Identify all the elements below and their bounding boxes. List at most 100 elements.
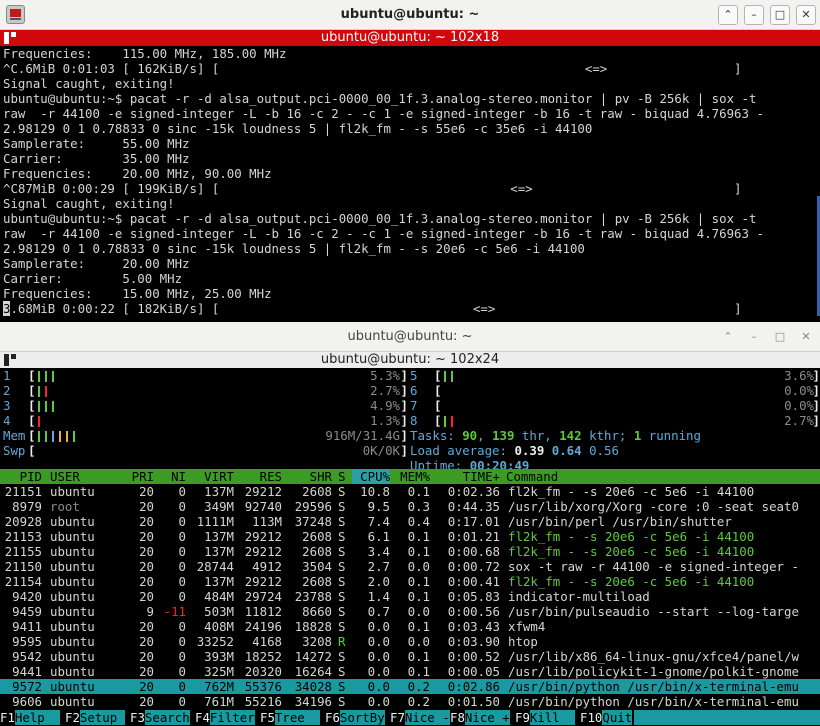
fkey-f1[interactable]: F1Help — [0, 710, 60, 725]
col-user[interactable]: USER — [50, 469, 80, 484]
process-res: 29212 — [244, 529, 282, 544]
process-ni: 0 — [178, 499, 186, 514]
fkey-f2[interactable]: F2Setup — [65, 710, 125, 725]
process-row[interactable]: 21150 ubuntu 20 0 28744 4912 3504 S 2.7 0.0 0:00.7… — [0, 559, 820, 574]
col-state[interactable]: S — [338, 469, 348, 484]
process-row[interactable]: 20928 ubuntu 20 0 1111M 113M 37248 S 7.4 0.4 0:17.… — [0, 514, 820, 529]
split-icon[interactable] — [4, 32, 16, 44]
process-row[interactable]: 9441 ubuntu 20 0 325M 20320 16264 S 0.0 0.1 0:00.0… — [0, 664, 820, 679]
split-icon[interactable] — [4, 354, 16, 366]
col-shr[interactable]: SHR — [286, 469, 332, 484]
fkey-f6[interactable]: F6SortBy — [325, 710, 385, 725]
terminal-window-htop[interactable]: ubuntu@ubuntu: ~ ⌃ – □ ✕ ubuntu@ubuntu: … — [0, 322, 820, 726]
col-res[interactable]: RES — [238, 469, 282, 484]
close-button[interactable]: ✕ — [796, 327, 816, 347]
load-5min: 0.64 — [551, 443, 582, 458]
cpu-meter-label: 2 — [3, 383, 11, 398]
meter-bracket-open: [ — [28, 398, 36, 413]
col-mem[interactable]: MEM% — [394, 469, 430, 484]
process-list[interactable]: 21151 ubuntu 20 0 137M 29212 2608 S 10.8 0.1 0:02.… — [0, 484, 820, 709]
tasks-part: thr, — [514, 428, 560, 443]
col-virt[interactable]: VIRT — [192, 469, 234, 484]
process-row[interactable]: 9542 ubuntu 20 0 393M 18252 14272 S 0.0 0.1 0:00.5… — [0, 649, 820, 664]
col-pri[interactable]: PRI — [124, 469, 154, 484]
process-row[interactable]: 21151 ubuntu 20 0 137M 29212 2608 S 10.8 0.1 0:02.… — [0, 484, 820, 499]
process-cmd: sox -t raw -r 44100 -e signed-integer - — [508, 559, 799, 574]
process-row[interactable]: 21154 ubuntu 20 0 137M 29212 2608 S 2.0 0.1 0:00.4… — [0, 574, 820, 589]
process-row[interactable]: 9572 ubuntu 20 0 762M 55376 34028 S 0.0 0.2 0:02.8… — [0, 679, 820, 694]
process-cmd: fl2k_fm - -s 20e6 -c 5e6 -i 44100 — [508, 574, 755, 589]
meter-bracket-close: ] — [812, 383, 820, 398]
fkey-f3[interactable]: F3Search — [130, 710, 190, 725]
terminal-tab-bar[interactable]: ubuntu@ubuntu: ~ 102x24 — [0, 352, 820, 368]
terminal-line: raw -r 44100 -e signed-integer -L -b 16 … — [3, 106, 764, 121]
fkey-f10[interactable]: F10Quit — [580, 710, 633, 725]
process-s: S — [338, 499, 346, 514]
col-cpu-sorted[interactable]: CPU% — [352, 469, 390, 484]
fkey-label: Kill — [529, 710, 575, 725]
process-time: 0:17.01 — [447, 514, 500, 529]
terminal-tab-bar[interactable]: ubuntu@ubuntu: ~ 102x18 — [0, 30, 820, 46]
process-row[interactable]: 9411 ubuntu 20 0 408M 24196 18828 S 0.0 0.1 0:03.4… — [0, 619, 820, 634]
fkey-f7[interactable]: F7Nice - — [390, 710, 450, 725]
col-pid[interactable]: PID — [0, 469, 42, 484]
process-user: ubuntu — [50, 664, 95, 679]
process-cmd: /usr/lib/policykit-1-gnome/polkit-gnome — [508, 664, 799, 679]
process-mem: 0.1 — [407, 589, 430, 604]
fkey-f8[interactable]: F8Nice + — [450, 710, 510, 725]
cpu-meter-label: 8 — [410, 413, 418, 428]
process-s: S — [338, 694, 346, 709]
process-user: ubuntu — [50, 484, 95, 499]
window-title: ubuntu@ubuntu: ~ — [340, 7, 480, 22]
process-row[interactable]: 9595 ubuntu 20 0 33252 4168 3208 R 0.0 0.0 0:03.90… — [0, 634, 820, 649]
process-virt: 761M — [204, 694, 234, 709]
roll-up-button[interactable]: ⌃ — [718, 5, 738, 25]
process-shr: 3208 — [302, 634, 332, 649]
window-titlebar[interactable]: ubuntu@ubuntu: ~ ⌃ – □ ✕ — [0, 322, 820, 352]
minimize-button[interactable]: – — [744, 5, 764, 25]
process-row[interactable]: 9420 ubuntu 20 0 484M 29724 23788 S 1.4 0.1 0:05.8… — [0, 589, 820, 604]
col-time[interactable]: TIME+ — [436, 469, 500, 484]
mem-meter-label: Mem — [3, 428, 26, 443]
process-cmd: xfwm4 — [508, 619, 546, 634]
process-time: 0:02.36 — [447, 484, 500, 499]
terminal-output[interactable]: Frequencies: 115.00 MHz, 185.00 MHz ^C.6M… — [0, 46, 820, 318]
process-table-header[interactable]: PID USER PRI NI VIRT RES SHR S CPU% MEM%… — [0, 469, 820, 484]
process-s: S — [338, 649, 346, 664]
tab-title: ubuntu@ubuntu: ~ 102x24 — [320, 352, 500, 367]
process-row[interactable]: 9606 ubuntu 20 0 761M 55216 34196 S 0.0 0.2 0:01.5… — [0, 694, 820, 709]
process-row[interactable]: 9459 ubuntu 9 -11 503M 11812 8660 S 0.7 0.0 0:00.5… — [0, 604, 820, 619]
fkey-label: Help — [14, 710, 60, 725]
window-title: ubuntu@ubuntu: ~ — [347, 329, 473, 344]
process-row[interactable]: 21155 ubuntu 20 0 137M 29212 2608 S 3.4 0.1 0:00.6… — [0, 544, 820, 559]
process-s: S — [338, 544, 346, 559]
fkey-f4[interactable]: F4Filter — [195, 710, 255, 725]
process-cmd: /usr/lib/x86_64-linux-gnu/xfce4/panel/w — [508, 649, 799, 664]
cpu-meter-value: 1.3% — [370, 413, 400, 428]
maximize-button[interactable]: □ — [770, 5, 790, 25]
process-mem: 0.1 — [407, 649, 430, 664]
terminal-line: Signal caught, exiting! — [3, 76, 175, 91]
fkey-f5[interactable]: F5Tree — [260, 710, 320, 725]
terminal-line-current[interactable]: 3.68MiB 0:00:22 [ 182KiB/s] [ <=> ] — [0, 301, 820, 316]
fkey-f9[interactable]: F9Kill — [515, 710, 575, 725]
close-button[interactable]: ✕ — [796, 5, 816, 25]
terminal-line: Samplerate: 55.00 MHz — [3, 136, 190, 151]
process-row[interactable]: 21153 ubuntu 20 0 137M 29212 2608 S 6.1 0.1 0:01.2… — [0, 529, 820, 544]
process-row[interactable]: 8979 root 20 0 349M 92740 29596 S 9.5 0.3 0:44.35 /… — [0, 499, 820, 514]
terminal-window-top[interactable]: ubuntu@ubuntu: ~ ⌃ – □ ✕ ubuntu@ubuntu: … — [0, 0, 820, 318]
window-titlebar[interactable]: ubuntu@ubuntu: ~ ⌃ – □ ✕ — [0, 0, 820, 30]
roll-up-button[interactable]: ⌃ — [718, 327, 738, 347]
fkey-key: F4 — [195, 710, 210, 725]
col-ni[interactable]: NI — [160, 469, 186, 484]
process-ni: 0 — [178, 619, 186, 634]
process-virt: 408M — [204, 619, 234, 634]
tasks-part: kthr; — [581, 428, 634, 443]
process-cpu: 7.4 — [367, 514, 390, 529]
cpu-meter-label: 3 — [3, 398, 11, 413]
maximize-button[interactable]: □ — [770, 327, 790, 347]
process-pri: 20 — [139, 574, 154, 589]
minimize-button[interactable]: – — [744, 327, 764, 347]
col-command[interactable]: Command — [506, 469, 820, 484]
process-ni: 0 — [178, 559, 186, 574]
